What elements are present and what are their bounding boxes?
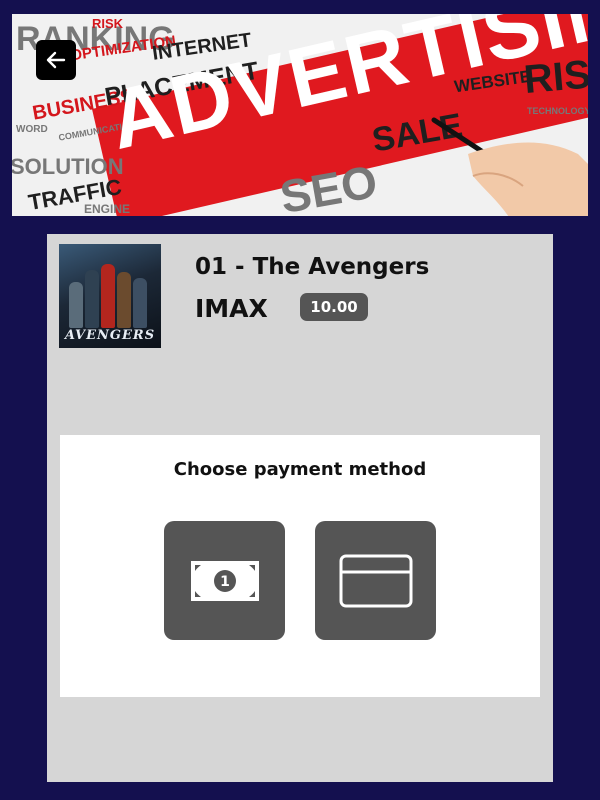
cash-payment-button[interactable]: 1 [164, 521, 285, 640]
back-button[interactable] [36, 40, 76, 80]
payment-card: Choose payment method 1 [60, 435, 540, 697]
ticket-panel: AVENGERS 01 - The Avengers IMAX 10.00 Ch… [47, 234, 553, 782]
hand-with-pen-icon [431, 117, 588, 216]
banner-word: ENGINE [84, 202, 131, 216]
arrow-left-icon [46, 51, 66, 69]
payment-heading: Choose payment method [173, 459, 427, 480]
poster-title: AVENGERS [64, 328, 156, 343]
cash-icon: 1 [190, 560, 259, 601]
screening-format: IMAX [195, 294, 268, 323]
credit-card-icon [339, 554, 412, 607]
movie-title: 01 - The Avengers [195, 254, 430, 280]
card-payment-button[interactable] [315, 521, 436, 640]
movie-poster: AVENGERS [59, 244, 161, 348]
advertising-banner: RANKING RISK OPTIMIZATION INTERNET BUSIN… [12, 14, 588, 216]
banner-word: WORD [16, 124, 48, 135]
banner-word: RISK [92, 16, 124, 31]
cash-note-number: 1 [220, 574, 230, 590]
price-badge: 10.00 [300, 293, 368, 321]
